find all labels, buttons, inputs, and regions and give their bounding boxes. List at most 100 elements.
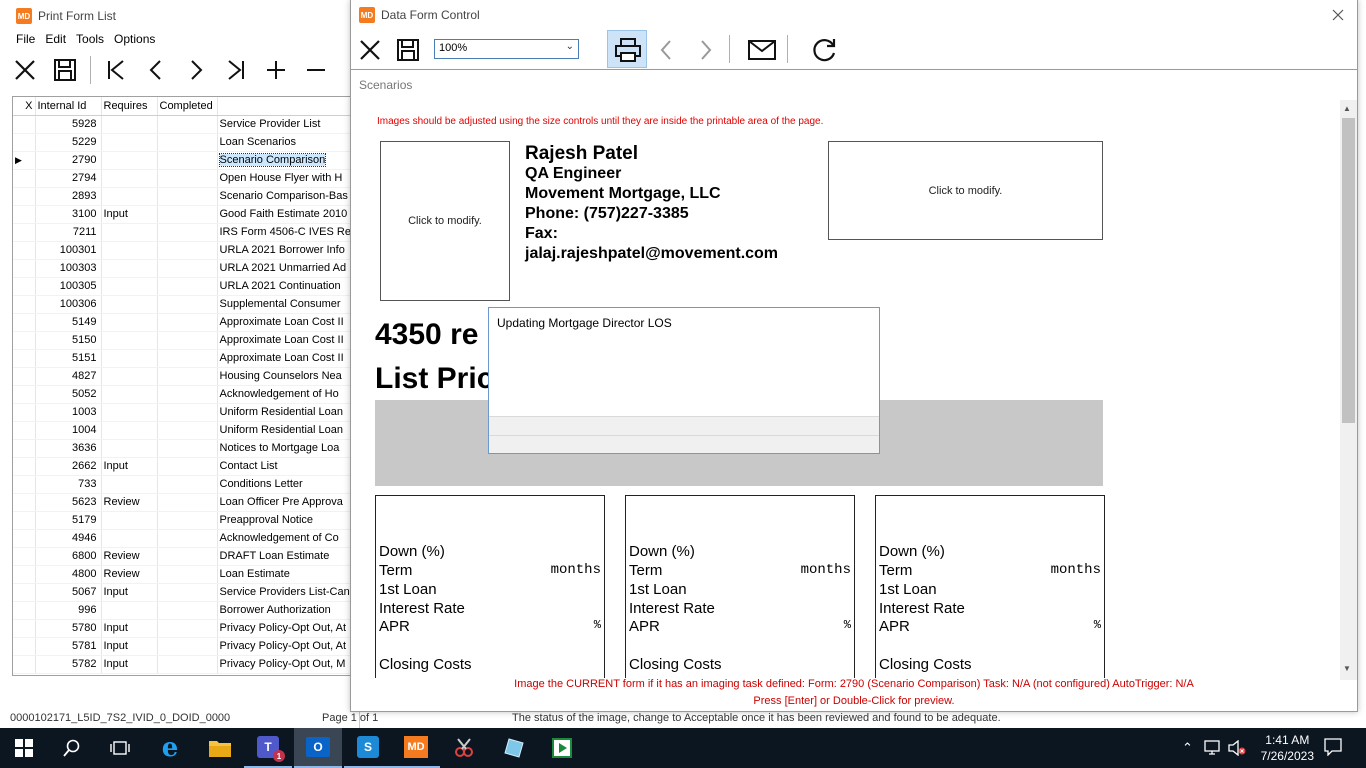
cell-form-name[interactable]: Service Provider List <box>217 115 359 134</box>
cell-internal-id[interactable]: 2893 <box>35 187 102 206</box>
cell-internal-id[interactable]: 2662 <box>35 457 102 476</box>
table-row[interactable]: 5623 Review Loan Officer Pre Approva <box>13 493 359 512</box>
table-row[interactable]: 5782 Input Privacy Policy-Opt Out, M <box>13 655 359 674</box>
row-indicator[interactable] <box>13 223 36 242</box>
zoom-select[interactable]: 100% ⌄ <box>434 39 579 59</box>
previous-record-icon[interactable] <box>141 55 171 85</box>
logo-image-placeholder[interactable]: Click to modify. <box>828 141 1103 240</box>
cell-completed[interactable] <box>157 241 218 260</box>
row-indicator[interactable] <box>13 457 36 476</box>
row-indicator[interactable] <box>13 637 36 656</box>
cell-internal-id[interactable]: 5150 <box>35 331 102 350</box>
cell-completed[interactable] <box>157 187 218 206</box>
menu-options[interactable]: Options <box>112 32 163 46</box>
cell-requires[interactable] <box>101 115 158 134</box>
row-indicator[interactable]: ▶ <box>13 151 36 170</box>
menu-tools[interactable]: Tools <box>74 32 112 46</box>
table-row[interactable]: 5780 Input Privacy Policy-Opt Out, At <box>13 619 359 638</box>
cell-internal-id[interactable]: 5179 <box>35 511 102 530</box>
window-close-icon[interactable] <box>1327 4 1349 26</box>
show-hidden-icons-chevron-icon[interactable]: ⌃ <box>1182 740 1193 756</box>
file-explorer-icon[interactable] <box>196 728 244 768</box>
cell-completed[interactable] <box>157 349 218 368</box>
next-record-icon[interactable] <box>181 55 211 85</box>
cell-internal-id[interactable]: 4946 <box>35 529 102 548</box>
internet-explorer-icon[interactable]: e <box>146 728 194 768</box>
table-row[interactable]: 100305 URLA 2021 Continuation <box>13 277 359 296</box>
cell-internal-id[interactable]: 5782 <box>35 655 102 674</box>
cell-form-name[interactable]: Acknowledgement of Co <box>217 529 359 548</box>
cell-form-name[interactable]: DRAFT Loan Estimate <box>217 547 359 566</box>
cell-form-name[interactable]: Acknowledgement of Ho <box>217 385 359 404</box>
cell-form-name[interactable]: Approximate Loan Cost II <box>217 313 359 332</box>
table-row[interactable]: 4827 Housing Counselors Nea <box>13 367 359 386</box>
agent-photo-placeholder[interactable]: Click to modify. <box>380 141 510 301</box>
row-indicator[interactable] <box>13 565 36 584</box>
row-indicator[interactable] <box>13 133 36 152</box>
cell-requires[interactable]: Review <box>101 547 158 566</box>
table-row[interactable]: 5150 Approximate Loan Cost II <box>13 331 359 350</box>
cell-completed[interactable] <box>157 403 218 422</box>
column-header-completed[interactable]: Completed <box>157 97 218 116</box>
cell-completed[interactable] <box>157 529 218 548</box>
cell-completed[interactable] <box>157 259 218 278</box>
row-indicator[interactable] <box>13 331 36 350</box>
table-row[interactable]: 5052 Acknowledgement of Ho <box>13 385 359 404</box>
row-indicator[interactable] <box>13 601 36 620</box>
notifications-icon[interactable] <box>1324 738 1342 759</box>
cell-internal-id[interactable]: 7211 <box>35 223 102 242</box>
column-header-name[interactable] <box>217 97 359 116</box>
cell-requires[interactable] <box>101 601 158 620</box>
add-icon[interactable] <box>261 55 291 85</box>
cell-internal-id[interactable]: 5780 <box>35 619 102 638</box>
row-indicator[interactable] <box>13 367 36 386</box>
row-indicator[interactable] <box>13 547 36 566</box>
table-row[interactable]: 7211 IRS Form 4506-C IVES Rec <box>13 223 359 242</box>
email-icon[interactable] <box>747 35 777 65</box>
row-indicator[interactable] <box>13 619 36 638</box>
table-row[interactable]: 4800 Review Loan Estimate <box>13 565 359 584</box>
close-icon[interactable] <box>355 35 385 65</box>
menu-edit[interactable]: Edit <box>43 32 74 46</box>
cell-requires[interactable] <box>101 529 158 548</box>
scroll-up-icon[interactable]: ▲ <box>1343 104 1351 113</box>
cell-requires[interactable]: Review <box>101 493 158 512</box>
print-button[interactable] <box>607 30 647 68</box>
cell-internal-id[interactable]: 100306 <box>35 295 102 314</box>
column-header-requires[interactable]: Requires <box>101 97 158 116</box>
cell-form-name[interactable]: URLA 2021 Unmarried Ad <box>217 259 359 278</box>
cell-internal-id[interactable]: 5928 <box>35 115 102 134</box>
cell-requires[interactable] <box>101 151 158 170</box>
row-indicator[interactable] <box>13 277 36 296</box>
row-indicator[interactable] <box>13 439 36 458</box>
table-row[interactable]: 2893 Scenario Comparison-Bas <box>13 187 359 206</box>
row-indicator[interactable] <box>13 493 36 512</box>
cell-form-name[interactable]: Housing Counselors Nea <box>217 367 359 386</box>
tablet-app-icon[interactable] <box>490 728 538 768</box>
cell-requires[interactable] <box>101 313 158 332</box>
table-row[interactable]: 3636 Notices to Mortgage Loa <box>13 439 359 458</box>
cell-form-name[interactable]: Privacy Policy-Opt Out, M <box>217 655 359 674</box>
cell-form-name[interactable]: Scenario Comparison-Bas <box>217 187 359 206</box>
cell-internal-id[interactable]: 5229 <box>35 133 102 152</box>
table-row[interactable]: 733 Conditions Letter <box>13 475 359 494</box>
cell-form-name[interactable]: Approximate Loan Cost II <box>217 331 359 350</box>
last-record-icon[interactable] <box>221 55 251 85</box>
cell-form-name[interactable]: URLA 2021 Continuation <box>217 277 359 296</box>
cell-completed[interactable] <box>157 637 218 656</box>
row-indicator[interactable] <box>13 241 36 260</box>
cell-internal-id[interactable]: 5052 <box>35 385 102 404</box>
row-indicator[interactable] <box>13 187 36 206</box>
table-row[interactable]: 5781 Input Privacy Policy-Opt Out, At <box>13 637 359 656</box>
cell-completed[interactable] <box>157 457 218 476</box>
cell-requires[interactable]: Input <box>101 637 158 656</box>
table-row[interactable]: ▶ 2790 Scenario Comparison <box>13 151 359 170</box>
cell-completed[interactable] <box>157 421 218 440</box>
cell-completed[interactable] <box>157 493 218 512</box>
cell-internal-id[interactable]: 5781 <box>35 637 102 656</box>
table-row[interactable]: 5928 Service Provider List <box>13 115 359 134</box>
row-indicator[interactable] <box>13 205 36 224</box>
teams-icon[interactable]: T1 <box>244 728 292 768</box>
close-icon[interactable] <box>10 55 40 85</box>
cell-requires[interactable] <box>101 403 158 422</box>
